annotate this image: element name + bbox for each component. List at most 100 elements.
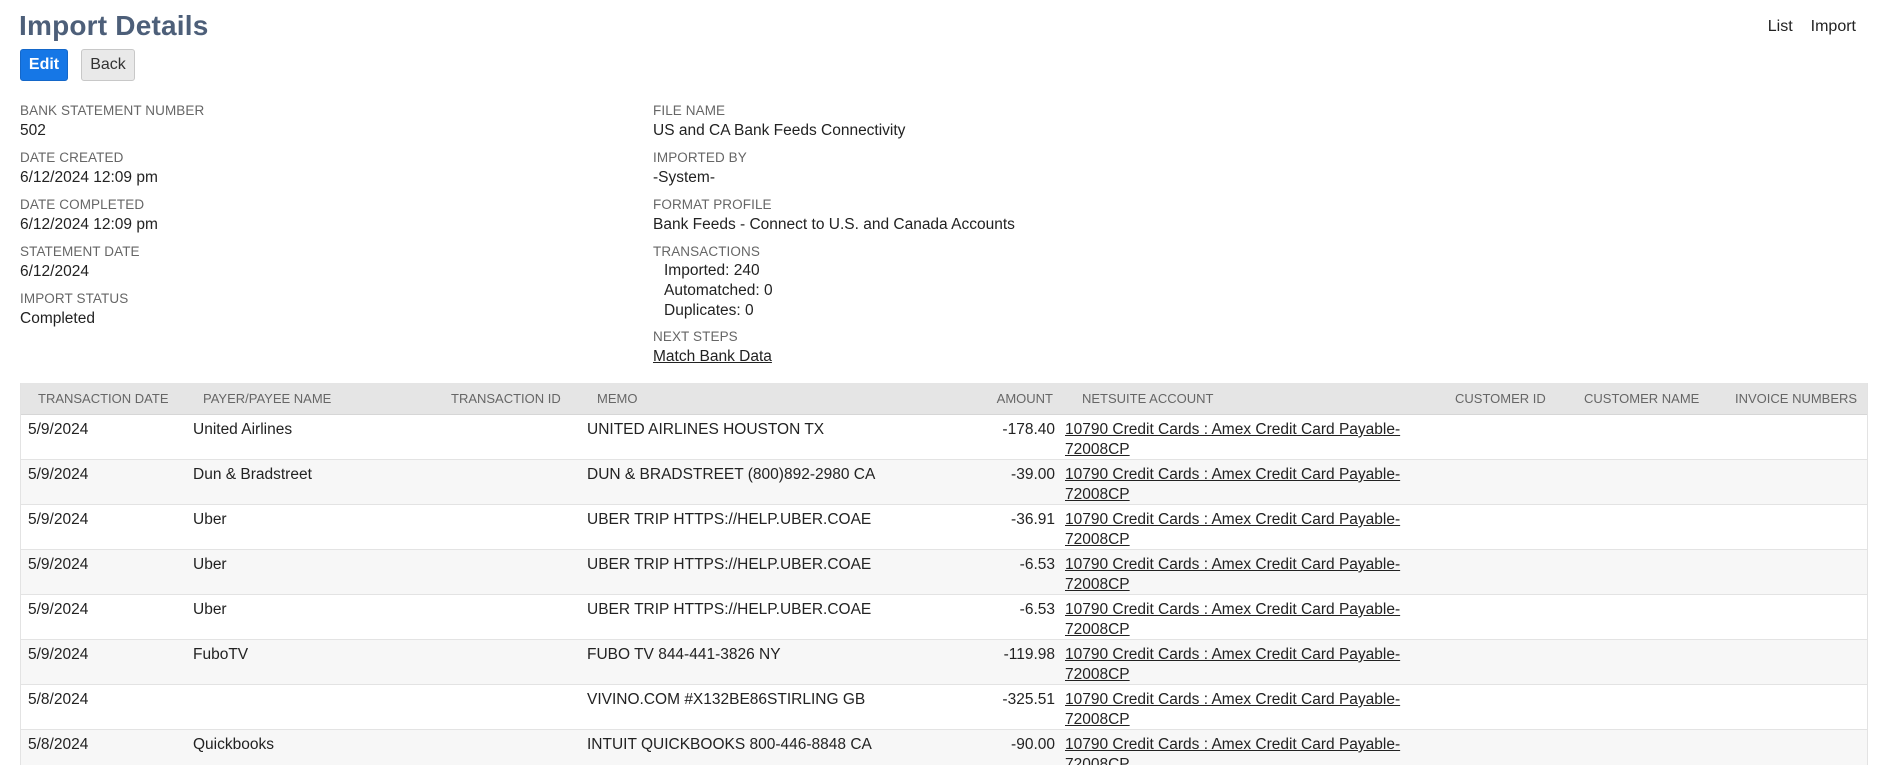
col-netsuite-account[interactable]: NetSuite Account	[1065, 383, 1438, 415]
cell-customer-id	[1438, 414, 1567, 460]
col-payer-payee-name[interactable]: Payer/Payee Name	[186, 383, 434, 415]
cell-memo: UBER TRIP HTTPS://HELP.UBER.COAE	[580, 504, 956, 550]
field-next-steps: Next Steps Match Bank Data	[653, 328, 1015, 368]
cell-customer-id	[1438, 504, 1567, 550]
table-row: 5/9/2024 Dun & Bradstreet DUN & BRADSTRE…	[21, 459, 1867, 505]
field-value: -System-	[653, 169, 715, 186]
back-button[interactable]: Back	[81, 49, 135, 81]
account-link[interactable]: 10790 Credit Cards : Amex Credit Card Pa…	[1065, 691, 1400, 728]
transactions-table-container: Transaction Date Payer/Payee Name Transa…	[20, 383, 1868, 765]
cell-customer-id	[1438, 729, 1567, 765]
field-value: 6/12/2024 12:09 pm	[20, 216, 158, 233]
cell-customer-name	[1567, 594, 1718, 640]
cell-invoices	[1718, 414, 1867, 460]
cell-customer-id	[1438, 549, 1567, 595]
table-row: 5/8/2024 Quickbooks INTUIT QUICKBOOKS 80…	[21, 729, 1867, 765]
cell-txid	[434, 414, 580, 460]
col-customer-name[interactable]: Customer Name	[1567, 383, 1718, 415]
account-link[interactable]: 10790 Credit Cards : Amex Credit Card Pa…	[1065, 646, 1400, 683]
page-title: Import Details	[19, 10, 209, 41]
cell-customer-id	[1438, 459, 1567, 505]
cell-account: 10790 Credit Cards : Amex Credit Card Pa…	[1065, 414, 1438, 460]
field-date-created: Date Created 6/12/2024 12:09 pm	[20, 149, 204, 189]
table-row: 5/8/2024 VIVINO.COM #X132BE86STIRLING GB…	[21, 684, 1867, 730]
cell-txid	[434, 639, 580, 685]
cell-account: 10790 Credit Cards : Amex Credit Card Pa…	[1065, 729, 1438, 765]
cell-date: 5/9/2024	[21, 414, 186, 460]
cell-invoices	[1718, 459, 1867, 505]
cell-txid	[434, 504, 580, 550]
cell-date: 5/9/2024	[21, 459, 186, 505]
col-transaction-id[interactable]: Transaction ID	[434, 383, 580, 415]
table-row: 5/9/2024 FuboTV FUBO TV 844-441-3826 NY …	[21, 639, 1867, 685]
cell-invoices	[1718, 594, 1867, 640]
field-label: Imported By	[653, 150, 747, 165]
col-invoice-numbers[interactable]: Invoice Numbers	[1718, 383, 1867, 415]
account-link[interactable]: 10790 Credit Cards : Amex Credit Card Pa…	[1065, 421, 1400, 458]
field-date-completed: Date Completed 6/12/2024 12:09 pm	[20, 196, 204, 236]
cell-payee: Uber	[186, 504, 434, 550]
cell-customer-name	[1567, 684, 1718, 730]
cell-account: 10790 Credit Cards : Amex Credit Card Pa…	[1065, 639, 1438, 685]
details-right-column: File Name US and CA Bank Feeds Connectiv…	[653, 102, 1015, 375]
cell-amount: -119.98	[956, 639, 1065, 685]
cell-memo: FUBO TV 844-441-3826 NY	[580, 639, 956, 685]
list-link[interactable]: List	[1768, 18, 1793, 36]
cell-invoices	[1718, 504, 1867, 550]
transactions-summary: Imported: 240 Automatched: 0 Duplicates:…	[653, 261, 1015, 321]
cell-txid	[434, 594, 580, 640]
import-link[interactable]: Import	[1811, 18, 1856, 36]
cell-txid	[434, 729, 580, 765]
field-label: Date Created	[20, 150, 124, 165]
match-bank-data-link[interactable]: Match Bank Data	[653, 348, 772, 365]
cell-date: 5/8/2024	[21, 684, 186, 730]
account-link[interactable]: 10790 Credit Cards : Amex Credit Card Pa…	[1065, 466, 1400, 503]
cell-amount: -6.53	[956, 594, 1065, 640]
action-buttons: Edit Back	[20, 49, 135, 81]
account-link[interactable]: 10790 Credit Cards : Amex Credit Card Pa…	[1065, 511, 1400, 548]
col-customer-id[interactable]: Customer ID	[1438, 383, 1567, 415]
field-value: 6/12/2024 12:09 pm	[20, 169, 158, 186]
cell-payee: Dun & Bradstreet	[186, 459, 434, 505]
cell-invoices	[1718, 549, 1867, 595]
cell-customer-name	[1567, 459, 1718, 505]
col-amount[interactable]: Amount	[956, 383, 1065, 415]
field-label: Statement Date	[20, 244, 140, 259]
edit-button[interactable]: Edit	[20, 49, 68, 81]
cell-customer-name	[1567, 549, 1718, 595]
import-details-page: Import Details List Import Edit Back Ban…	[0, 0, 1878, 765]
cell-customer-name	[1567, 729, 1718, 765]
account-link[interactable]: 10790 Credit Cards : Amex Credit Card Pa…	[1065, 601, 1400, 638]
next-steps-value: Match Bank Data	[653, 346, 1015, 368]
field-value: 6/12/2024	[20, 263, 89, 280]
automatched-count: Automatched: 0	[664, 282, 773, 299]
cell-memo: UBER TRIP HTTPS://HELP.UBER.COAE	[580, 549, 956, 595]
cell-customer-name	[1567, 504, 1718, 550]
cell-customer-id	[1438, 639, 1567, 685]
col-memo[interactable]: Memo	[580, 383, 956, 415]
field-transactions: Transactions Imported: 240 Automatched: …	[653, 243, 1015, 321]
cell-account: 10790 Credit Cards : Amex Credit Card Pa…	[1065, 459, 1438, 505]
cell-account: 10790 Credit Cards : Amex Credit Card Pa…	[1065, 504, 1438, 550]
col-transaction-date[interactable]: Transaction Date	[21, 383, 186, 415]
cell-amount: -39.00	[956, 459, 1065, 505]
account-link[interactable]: 10790 Credit Cards : Amex Credit Card Pa…	[1065, 736, 1400, 765]
cell-payee: Quickbooks	[186, 729, 434, 765]
cell-payee: Uber	[186, 594, 434, 640]
field-value: US and CA Bank Feeds Connectivity	[653, 122, 906, 139]
cell-invoices	[1718, 729, 1867, 765]
field-label: Date Completed	[20, 197, 145, 212]
cell-txid	[434, 459, 580, 505]
table-header: Transaction Date Payer/Payee Name Transa…	[21, 383, 1867, 415]
cell-memo: DUN & BRADSTREET (800)892-2980 CA	[580, 459, 956, 505]
table-row: 5/9/2024 United Airlines UNITED AIRLINES…	[21, 414, 1867, 460]
cell-customer-name	[1567, 414, 1718, 460]
field-label: Format Profile	[653, 197, 772, 212]
account-link[interactable]: 10790 Credit Cards : Amex Credit Card Pa…	[1065, 556, 1400, 593]
cell-txid	[434, 549, 580, 595]
cell-date: 5/9/2024	[21, 504, 186, 550]
field-bank-statement-number: Bank Statement Number 502	[20, 102, 204, 142]
cell-amount: -36.91	[956, 504, 1065, 550]
cell-account: 10790 Credit Cards : Amex Credit Card Pa…	[1065, 549, 1438, 595]
cell-amount: -6.53	[956, 549, 1065, 595]
